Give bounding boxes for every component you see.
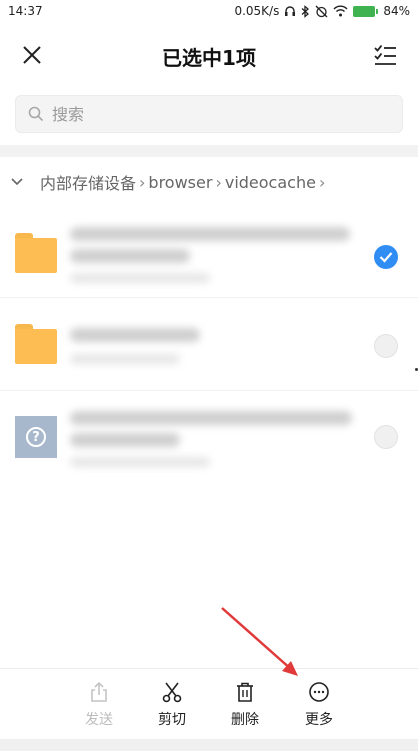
trash-icon [237,682,253,702]
wifi-icon [333,5,348,17]
selected-checkbox[interactable] [374,245,398,269]
select-all-button[interactable] [372,42,398,68]
status-icons: 0.05K/s 84% [234,4,410,18]
chevron-down-icon[interactable] [10,177,24,187]
more-icon [309,682,329,702]
scissors-icon [162,682,182,703]
headphone-icon [285,6,296,16]
obscured-file-info [62,215,354,291]
delete-button[interactable]: 删除 [220,681,270,729]
breadcrumb-item-videocache[interactable]: videocache [225,173,316,192]
unknown-file-icon: ? [15,416,57,458]
breadcrumb-item-storage[interactable]: 内部存储设备 [40,170,136,194]
checklist-icon [374,44,396,65]
bluetooth-icon [301,4,310,18]
obscured-file-info [62,308,354,384]
page-title: 已选中1项 [162,46,256,70]
search-input[interactable] [52,104,372,124]
status-time: 14:37 [8,4,43,18]
alarm-off-icon [315,5,328,17]
section-divider [0,145,418,157]
search-box[interactable] [15,95,403,133]
breadcrumb-item-browser[interactable]: browser [148,173,212,192]
folder-icon [15,233,57,273]
search-icon [28,106,44,122]
bottom-action-bar: 发送 剪切 删除 更多 [0,668,418,738]
net-speed: 0.05K/s [234,4,280,18]
title-bar: 已选中1项 [0,22,418,86]
list-item[interactable]: ? [0,391,418,484]
unselected-checkbox[interactable] [374,334,398,358]
chevron-right-icon: › [215,172,222,192]
folder-icon [15,324,57,364]
more-button[interactable]: 更多 [294,681,344,729]
chevron-right-icon: › [318,172,326,192]
nav-bar-strip [0,739,418,751]
cut-label: 剪切 [158,712,186,728]
list-item[interactable] [0,205,418,298]
status-bar: 14:37 0.05K/s 84% [0,0,418,22]
more-label: 更多 [305,712,333,728]
breadcrumb: 内部存储设备 › browser › videocache › [0,164,418,200]
send-label: 发送 [85,712,113,728]
send-button[interactable]: 发送 [74,681,124,729]
file-list: ? [0,205,418,484]
chevron-right-icon: › [139,172,146,192]
battery-icon [353,5,379,17]
checkmark-icon [379,252,393,263]
cut-button[interactable]: 剪切 [147,681,197,729]
delete-label: 删除 [231,712,259,728]
battery-percent: 84% [383,4,410,18]
obscured-file-info [62,401,354,477]
list-item[interactable] [0,298,418,391]
share-icon [91,681,107,702]
unselected-checkbox[interactable] [374,425,398,449]
